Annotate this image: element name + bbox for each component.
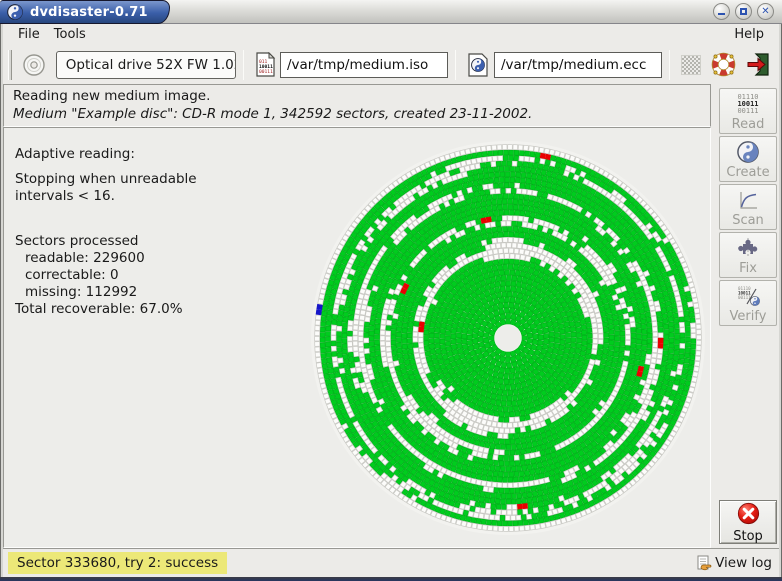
verify-button-label: Verify (729, 309, 767, 324)
svg-text:00111: 00111 (738, 295, 751, 300)
title-bar[interactable]: dvdisaster-0.71 ✕ (0, 0, 782, 24)
read-binary-icon: 01110 10011 00111 (737, 92, 759, 115)
svg-text:00111: 00111 (259, 69, 273, 75)
menu-file[interactable]: File (11, 25, 47, 44)
maximize-icon (740, 8, 747, 15)
stop-button-label: Stop (733, 528, 763, 544)
menu-bar: File Tools Help (3, 24, 779, 45)
window-frame-bottom (0, 577, 782, 581)
read-button-label: Read (731, 117, 765, 132)
readable-count: readable: 229600 (25, 250, 145, 266)
action-sidebar: 01110 10011 00111 Read Create Scan Fix 0… (711, 84, 779, 548)
adaptive-reading-title: Adaptive reading: (15, 146, 135, 162)
menu-help[interactable]: Help (727, 25, 771, 44)
close-button[interactable]: ✕ (757, 3, 774, 20)
toolbar-separator (243, 49, 244, 80)
view-log-icon (697, 555, 712, 571)
stopping-note-line1: Stopping when unreadable (15, 171, 197, 187)
scan-button-label: Scan (732, 213, 764, 228)
close-icon: ✕ (761, 5, 770, 17)
total-recoverable: Total recoverable: 67.0% (15, 301, 183, 317)
fix-button[interactable]: Fix (719, 232, 777, 278)
drive-select-dropdown[interactable]: Optical drive 52X FW 1.02 ▼ (55, 50, 236, 79)
help-lifebelt-icon[interactable] (711, 52, 736, 77)
preferences-icon-disabled (681, 54, 701, 75)
drive-select-value: Optical drive 52X FW 1.02 (65, 56, 236, 73)
ecc-file-icon (467, 52, 490, 77)
image-file-icon: 011 10011 00111 (255, 52, 276, 77)
reading-info-block: Adaptive reading: Stopping when unreadab… (15, 146, 285, 318)
create-button-label: Create (726, 165, 770, 180)
create-button[interactable]: Create (719, 136, 777, 182)
menu-tools[interactable]: Tools (47, 25, 93, 44)
window-title: dvdisaster-0.71 (30, 4, 148, 20)
minimize-icon (718, 13, 725, 15)
minimize-button[interactable] (713, 3, 730, 20)
fix-puzzle-icon (736, 235, 760, 261)
status-bar: Sector 333680, try 2: success View log (3, 548, 779, 577)
read-button[interactable]: 01110 10011 00111 Read (719, 88, 777, 134)
toolbar: Optical drive 52X FW 1.02 ▼ 011 10011 00… (3, 45, 779, 84)
sector-status-message: Sector 333680, try 2: success (8, 552, 228, 574)
sectors-processed-heading: Sectors processed (15, 233, 139, 249)
view-log-button[interactable]: View log (696, 555, 774, 571)
view-log-label: View log (715, 555, 772, 571)
correctable-count: correctable: 0 (25, 267, 119, 283)
maximize-button[interactable] (735, 3, 752, 20)
quit-exit-icon[interactable] (746, 52, 771, 77)
toolbar-separator (455, 49, 456, 80)
medium-info-text: Medium "Example disc": CD-R mode 1, 3425… (13, 106, 533, 122)
ecc-file-input[interactable] (494, 51, 662, 78)
operation-status-text: Reading new medium image. (13, 88, 211, 104)
application-window: dvdisaster-0.71 ✕ File Tools Help Optica… (0, 0, 782, 581)
app-yinyang-icon (7, 4, 23, 20)
fix-button-label: Fix (739, 261, 757, 276)
main-panel: Adaptive reading: Stopping when unreadab… (3, 127, 711, 548)
toolbar-grip-handle[interactable] (8, 49, 12, 80)
optical-drive-icon (21, 52, 47, 78)
stop-button[interactable]: Stop (719, 500, 777, 544)
toolbar-separator (669, 49, 670, 80)
stopping-note-line2: intervals < 16. (15, 188, 115, 204)
missing-count: missing: 112992 (25, 284, 138, 300)
title-tab[interactable]: dvdisaster-0.71 (0, 0, 170, 24)
image-file-input[interactable] (280, 51, 448, 78)
create-yinyang-icon (737, 139, 759, 165)
status-heading-panel: Reading new medium image. Medium "Exampl… (3, 84, 711, 127)
scan-curve-icon (736, 187, 760, 213)
stop-icon (737, 502, 760, 529)
verify-percent-icon: 01110 10011 00111 (735, 283, 761, 309)
scan-button[interactable]: Scan (719, 184, 777, 230)
verify-button[interactable]: 01110 10011 00111 Verify (719, 280, 777, 326)
